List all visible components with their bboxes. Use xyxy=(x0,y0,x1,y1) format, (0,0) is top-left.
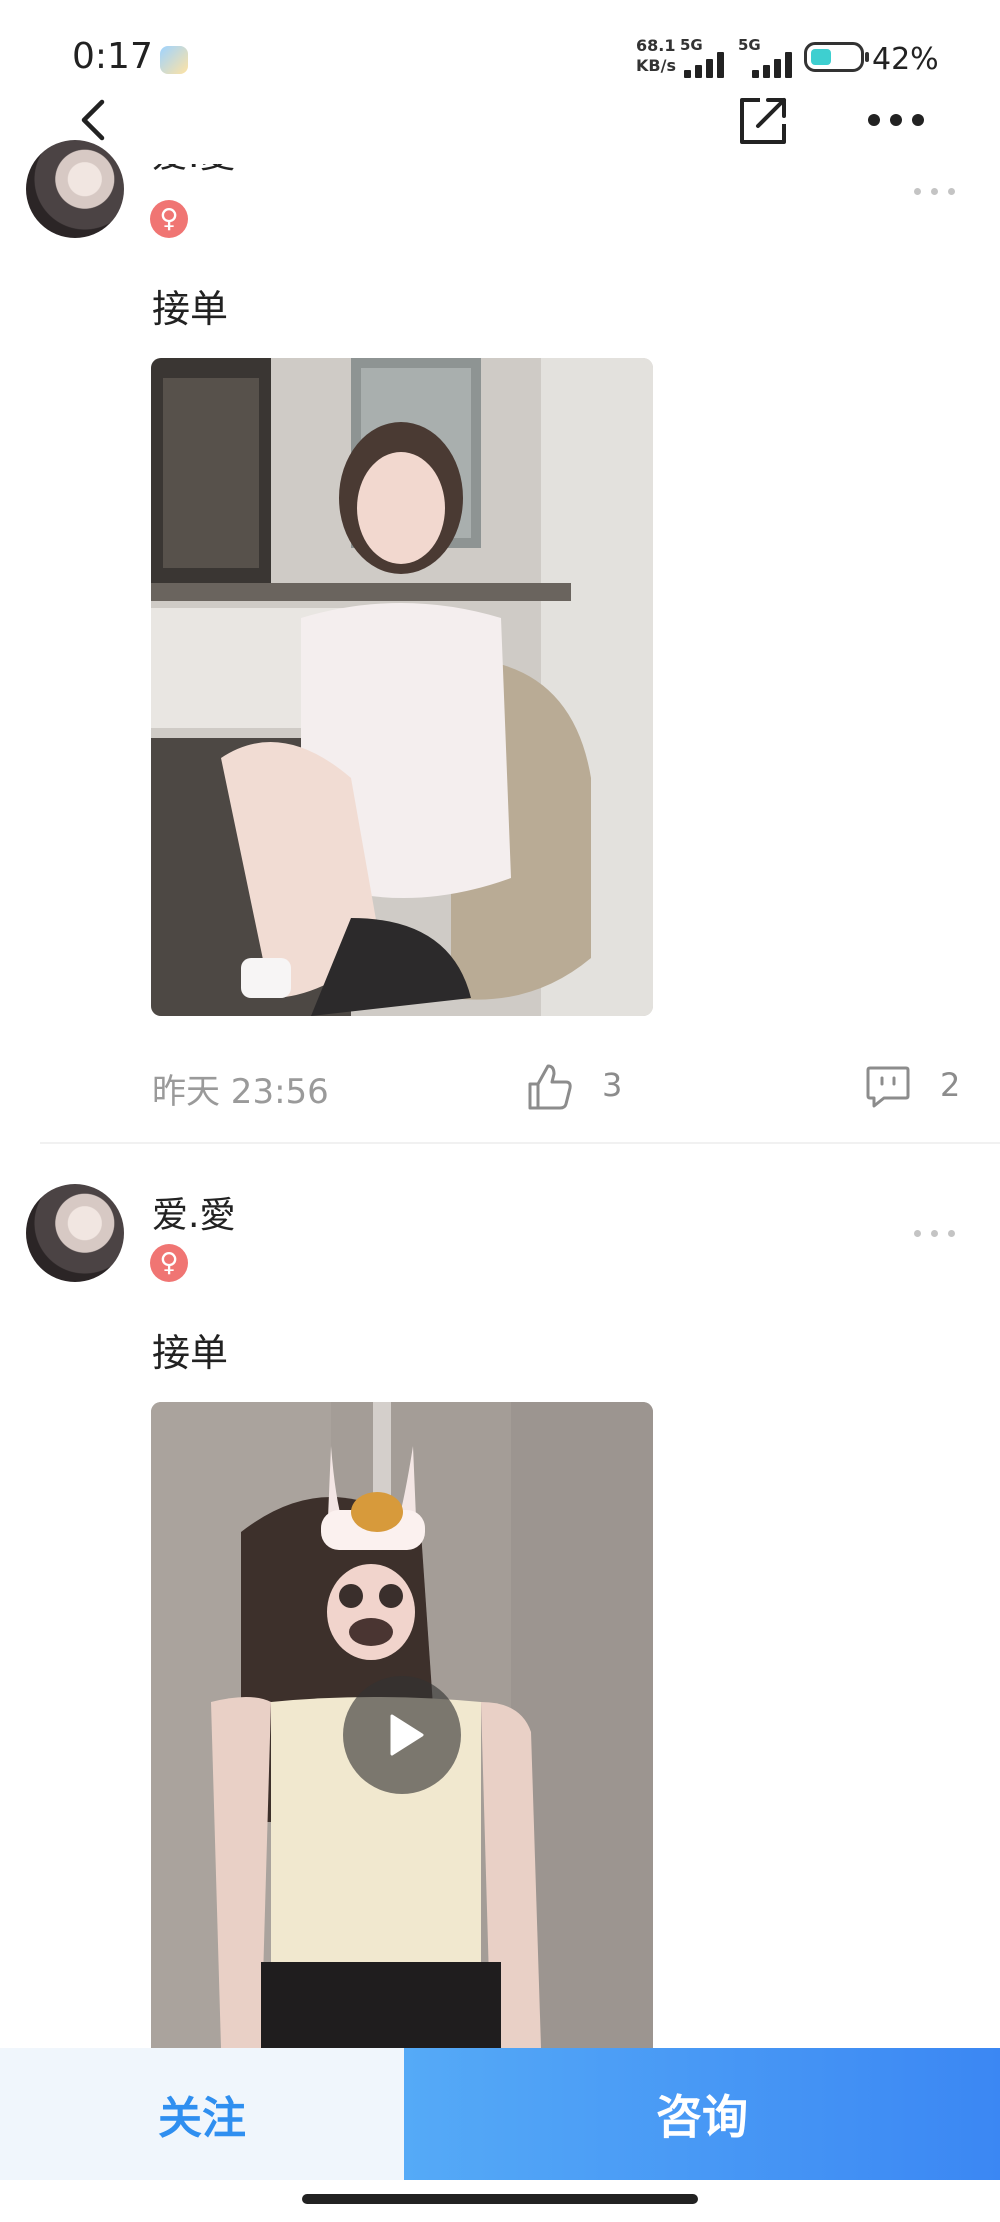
network-speed: 68.1 KB/s xyxy=(636,36,676,76)
chevron-left-icon xyxy=(81,99,105,141)
post-text: 接单 xyxy=(152,1331,229,1375)
network-speed-value: 68.1 xyxy=(636,36,676,55)
post-more-button[interactable] xyxy=(914,1226,956,1240)
status-bar: 0:17 68.1 KB/s 5G 5G 42% xyxy=(0,0,1000,100)
like-button[interactable] xyxy=(524,1062,574,1112)
photo-image xyxy=(151,358,653,1016)
back-button[interactable] xyxy=(70,96,118,144)
gender-female-icon: ♀ xyxy=(150,200,188,238)
comment-icon xyxy=(866,1066,910,1108)
battery-icon xyxy=(804,42,869,72)
status-time: 0:17 xyxy=(72,36,153,77)
signal-bars-icon xyxy=(680,52,740,78)
bottom-action-bar: 关注 咨询 xyxy=(0,2048,1000,2180)
network-speed-unit: KB/s xyxy=(636,56,676,75)
gender-female-icon: ♀ xyxy=(150,1244,188,1282)
comment-button[interactable] xyxy=(864,1062,912,1110)
post-username[interactable]: 爱.愛 xyxy=(152,164,235,178)
follow-button[interactable]: 关注 xyxy=(0,2048,404,2180)
thumbs-up-icon xyxy=(528,1064,572,1110)
consult-button[interactable]: 咨询 xyxy=(404,2048,1000,2180)
avatar[interactable] xyxy=(26,140,124,238)
battery-percent: 42% xyxy=(872,42,939,77)
app-notification-icon xyxy=(160,46,188,74)
more-button[interactable] xyxy=(866,110,926,130)
post-text: 接单 xyxy=(152,287,229,331)
comment-count: 2 xyxy=(940,1066,961,1104)
share-external-icon xyxy=(740,98,786,144)
signal-bars-icon xyxy=(738,52,798,78)
like-count: 3 xyxy=(602,1066,623,1104)
post-time: 昨天 23:56 xyxy=(152,1072,329,1112)
play-button[interactable] xyxy=(343,1676,461,1794)
battery-level-fill xyxy=(811,49,831,65)
more-horizontal-icon xyxy=(868,114,924,126)
home-indicator[interactable] xyxy=(302,2194,698,2204)
post-photo[interactable] xyxy=(151,358,653,1016)
post-video[interactable] xyxy=(151,1402,653,2048)
divider xyxy=(40,1142,1000,1144)
play-icon xyxy=(390,1714,424,1756)
post-more-button[interactable] xyxy=(914,184,956,198)
share-button[interactable] xyxy=(736,94,790,148)
post-username[interactable]: 爱.愛 xyxy=(152,1186,235,1238)
avatar[interactable] xyxy=(26,1184,124,1282)
